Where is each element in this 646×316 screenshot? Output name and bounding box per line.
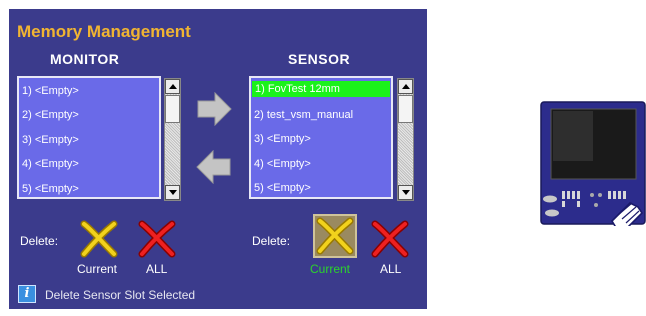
sensor-scrollbar[interactable]	[397, 78, 414, 201]
sensor-scroll-thumb[interactable]	[398, 95, 413, 123]
monitor-heading: MONITOR	[50, 51, 120, 67]
arrow-right-icon[interactable]	[196, 92, 232, 126]
red-x-icon	[371, 220, 409, 258]
arrow-left-icon[interactable]	[196, 150, 232, 184]
sensor-slot-2[interactable]: 2) test_vsm_manual	[251, 103, 391, 127]
sensor-heading: SENSOR	[288, 51, 351, 67]
sensor-current-label: Current	[310, 262, 351, 276]
panel-title: Memory Management	[17, 22, 191, 41]
sensor-delete-label: Delete:	[252, 234, 291, 248]
yellow-x-icon	[80, 220, 118, 258]
monitor-slot-4[interactable]: 4) <Empty>	[19, 152, 159, 176]
monitor-current-label: Current	[77, 262, 118, 276]
monitor-slot-1[interactable]: 1) <Empty>	[19, 79, 159, 103]
monitor-scroll-up-button[interactable]	[165, 79, 180, 94]
sensor-slot-3[interactable]: 3) <Empty>	[251, 127, 391, 151]
yellow-x-icon	[316, 217, 354, 255]
delete-all-monitor-button[interactable]	[138, 220, 176, 258]
monitor-scrollbar[interactable]	[164, 78, 181, 201]
delete-current-sensor-button-active[interactable]	[313, 214, 357, 258]
sensor-all-label: ALL	[380, 262, 402, 276]
monitor-delete-label: Delete:	[20, 234, 59, 248]
sensor-slot-1-selected[interactable]: 1) FovTest 12mm	[252, 81, 390, 97]
monitor-all-label: ALL	[146, 262, 168, 276]
sensor-slot-5[interactable]: 5) <Empty>	[251, 176, 391, 200]
sensor-scroll-up-button[interactable]	[398, 79, 413, 94]
status-message: Delete Sensor Slot Selected	[45, 288, 196, 302]
monitor-scroll-down-button[interactable]	[165, 185, 180, 200]
delete-all-sensor-button[interactable]	[371, 220, 409, 258]
monitor-scroll-thumb[interactable]	[165, 95, 180, 123]
monitor-slot-5[interactable]: 5) <Empty>	[19, 177, 159, 201]
delete-current-monitor-button[interactable]	[80, 220, 118, 258]
chevron-up-icon	[401, 84, 410, 89]
sensor-list[interactable]: 1) FovTest 12mm 2) test_vsm_manual 3) <E…	[249, 76, 393, 199]
monitor-list[interactable]: 1) <Empty> 2) <Empty> 3) <Empty> 4) <Emp…	[17, 76, 161, 199]
handheld-device-icon	[540, 101, 646, 226]
chevron-up-icon	[168, 84, 177, 89]
chevron-down-icon	[168, 190, 177, 195]
chevron-down-icon	[401, 190, 410, 195]
monitor-slot-3[interactable]: 3) <Empty>	[19, 128, 159, 152]
sensor-scroll-down-button[interactable]	[398, 185, 413, 200]
info-icon: i	[18, 285, 36, 303]
monitor-slot-2[interactable]: 2) <Empty>	[19, 103, 159, 127]
red-x-icon	[138, 220, 176, 258]
sensor-slot-4[interactable]: 4) <Empty>	[251, 152, 391, 176]
